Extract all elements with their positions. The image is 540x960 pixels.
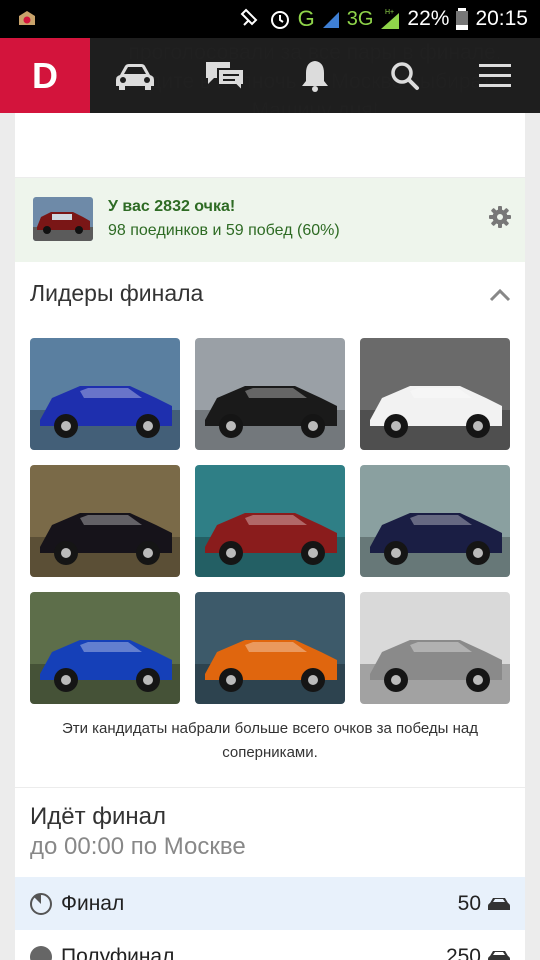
- comments-icon: [206, 61, 245, 93]
- score-stats: 98 поединков и 59 побед (60%): [108, 222, 340, 239]
- stage-count: 50: [457, 891, 481, 915]
- white-suv-photo[interactable]: [360, 338, 510, 450]
- signal-icon: [322, 12, 339, 28]
- final-deadline: до 00:00 по Москве: [30, 833, 246, 860]
- stage-row-final[interactable]: Финал 50: [15, 877, 525, 930]
- timer-icon: [30, 892, 52, 915]
- main-content[interactable]: У вас 2832 очка! 98 поединков и 59 побед…: [0, 113, 540, 960]
- car-icon: [488, 897, 510, 910]
- nav-comments-button[interactable]: [180, 38, 270, 113]
- black-sedan-photo[interactable]: [30, 465, 180, 577]
- car-icon: [488, 950, 510, 960]
- battery-icon: [456, 8, 469, 30]
- final-title: Идёт финал: [30, 803, 167, 830]
- hplus-label: H+: [385, 9, 394, 16]
- score-card: У вас 2832 очка! 98 поединков и 59 побед…: [15, 178, 525, 262]
- silver-saab-photo[interactable]: [360, 592, 510, 704]
- network-3g-label: 3G: [346, 7, 374, 30]
- score-title: У вас 2832 очка!: [108, 198, 236, 215]
- final-card: Идёт финал до 00:00 по Москве Финал 50 П…: [15, 788, 525, 960]
- app-notification-icon: [19, 11, 35, 25]
- signal-3g-icon: H+: [381, 9, 400, 29]
- intro-card: [15, 113, 525, 177]
- red-volga-photo[interactable]: [195, 465, 345, 577]
- user-car-thumbnail[interactable]: [33, 197, 93, 241]
- blue-sedan-photo[interactable]: [30, 592, 180, 704]
- gear-icon[interactable]: [489, 206, 511, 228]
- stage-label: Полуфинал: [61, 944, 175, 960]
- menu-icon: [479, 63, 511, 87]
- leaders-grid: [30, 338, 510, 704]
- leaders-note: Эти кандидаты набрали больше всего очков…: [61, 720, 479, 761]
- leaders-card: Лидеры финала Эти кандидаты набрали боль…: [15, 262, 525, 787]
- orange-coupe-photo[interactable]: [195, 592, 345, 704]
- leaders-title: Лидеры финала: [30, 280, 204, 306]
- car-icon: [116, 63, 154, 90]
- nfc-icon: [240, 8, 258, 26]
- network-g-label: G: [297, 6, 315, 31]
- circle-icon: [30, 945, 52, 960]
- chevron-up-icon[interactable]: [489, 288, 511, 302]
- blue-convertible-photo[interactable]: [360, 465, 510, 577]
- nav-cars-button[interactable]: [90, 38, 180, 113]
- blue-sports-car-photo[interactable]: [30, 338, 180, 450]
- drive2-logo[interactable]: D: [0, 38, 90, 113]
- status-bar: G 3G H+ 22% 20:15: [0, 0, 540, 38]
- alarm-icon: [270, 11, 289, 29]
- nav-notifications-button[interactable]: [270, 38, 360, 113]
- search-icon: [391, 61, 419, 90]
- black-mustang-photo[interactable]: [195, 338, 345, 450]
- stage-label: Финал: [61, 891, 125, 915]
- stage-count: 250: [445, 944, 481, 960]
- top-app-bar: проголосовали за все пары в финале. ходи…: [0, 38, 540, 113]
- nav-menu-button[interactable]: [450, 38, 540, 113]
- clock: 20:15: [475, 7, 528, 30]
- battery-percent: 22%: [407, 7, 450, 30]
- bell-icon: [302, 60, 328, 92]
- stage-row-semifinal[interactable]: Полуфинал 250: [15, 930, 525, 960]
- nav-search-button[interactable]: [360, 38, 450, 113]
